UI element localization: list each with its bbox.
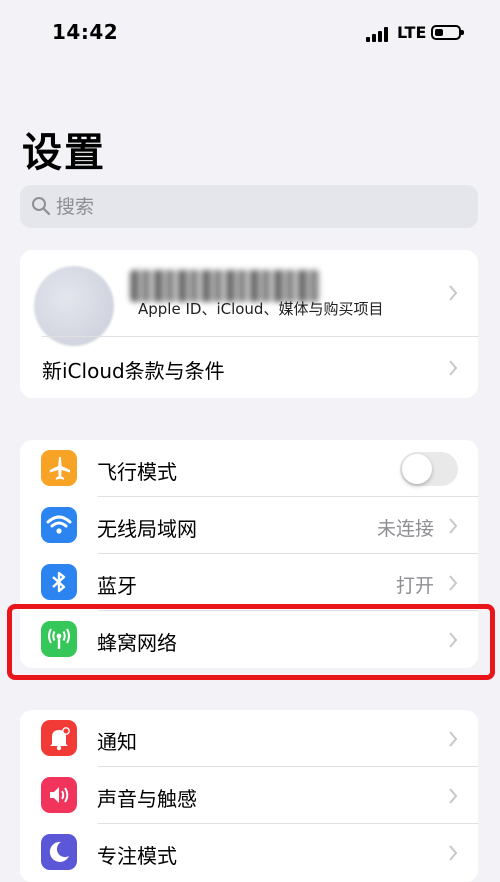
notification-bell-icon <box>41 720 77 756</box>
wifi-label: 无线局域网 <box>97 517 197 541</box>
chevron-right-icon <box>449 845 458 861</box>
notifications-row[interactable]: 通知 <box>20 710 478 767</box>
focus-row[interactable]: 专注模式 <box>20 824 478 882</box>
chevron-right-icon <box>449 285 458 301</box>
wifi-status: 未连接 <box>376 518 434 540</box>
chevron-right-icon <box>449 731 458 747</box>
search-icon <box>32 197 51 216</box>
account-group: Apple ID、iCloud、媒体与购买项目 新iCloud条款与条件 <box>20 250 478 398</box>
highlight-box <box>7 604 495 680</box>
bluetooth-icon <box>41 564 77 600</box>
airplane-icon <box>41 450 77 486</box>
avatar <box>34 266 114 346</box>
icloud-terms-label: 新iCloud条款与条件 <box>42 359 225 383</box>
bluetooth-status: 打开 <box>395 575 434 597</box>
sounds-haptics-label: 声音与触感 <box>97 787 197 811</box>
notifications-label: 通知 <box>97 730 137 754</box>
profile-subtitle: Apple ID、iCloud、媒体与购买项目 <box>138 300 384 318</box>
chevron-right-icon <box>449 518 458 534</box>
notifications-group: 通知 声音与触感 专注模式 <box>20 710 478 882</box>
moon-icon <box>41 834 77 870</box>
chevron-right-icon <box>449 788 458 804</box>
wifi-row[interactable]: 无线局域网 未连接 <box>20 497 478 554</box>
sounds-haptics-row[interactable]: 声音与触感 <box>20 767 478 824</box>
network-type: LTE <box>397 23 427 42</box>
page-title: 设置 <box>22 130 106 176</box>
bluetooth-label: 蓝牙 <box>97 574 137 598</box>
status-time: 14:42 <box>52 20 119 44</box>
speaker-icon <box>41 777 77 813</box>
signal-strength-icon <box>366 26 392 42</box>
battery-icon <box>431 25 464 40</box>
chevron-right-icon <box>449 575 458 591</box>
icloud-terms-row[interactable]: 新iCloud条款与条件 <box>20 337 478 398</box>
airplane-mode-label: 飞行模式 <box>97 460 177 484</box>
search-bar[interactable] <box>20 185 478 228</box>
apple-id-row[interactable]: Apple ID、iCloud、媒体与购买项目 <box>20 250 478 346</box>
wifi-icon <box>41 507 77 543</box>
status-bar: 14:42 LTE <box>0 0 500 70</box>
focus-label: 专注模式 <box>97 844 177 868</box>
airplane-mode-row[interactable]: 飞行模式 <box>20 440 478 497</box>
search-input[interactable] <box>56 185 456 228</box>
bluetooth-row[interactable]: 蓝牙 打开 <box>20 554 478 611</box>
airplane-mode-toggle[interactable] <box>400 452 458 486</box>
chevron-right-icon <box>449 360 458 376</box>
